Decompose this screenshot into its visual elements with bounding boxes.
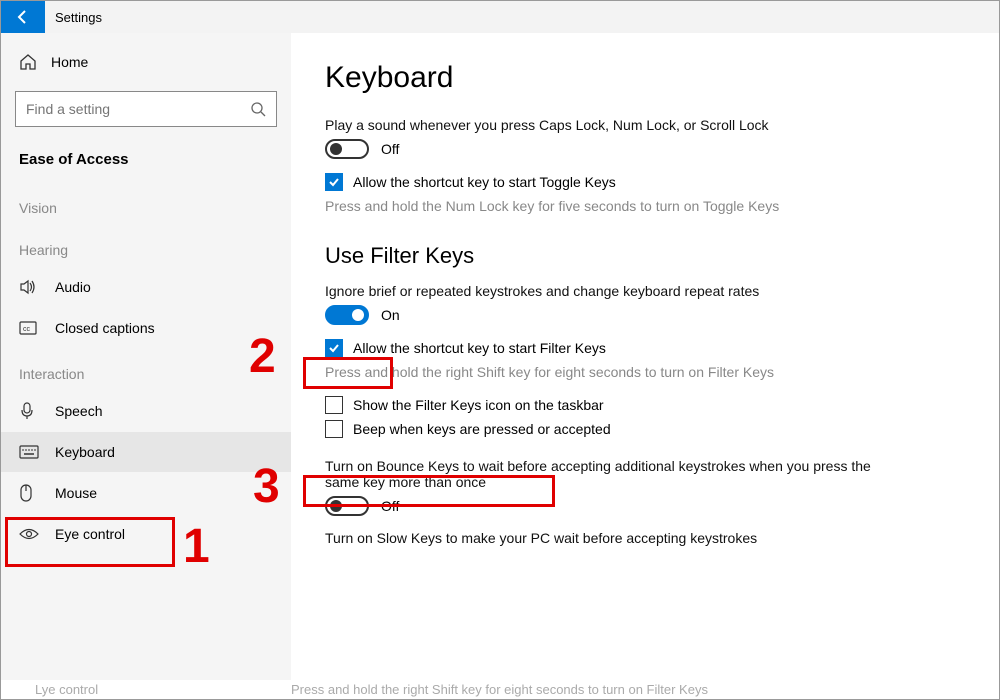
filter-shortcut-checkbox[interactable]: Allow the shortcut key to start Filter K…	[325, 339, 959, 357]
show-icon-checkbox[interactable]: Show the Filter Keys icon on the taskbar	[325, 396, 959, 414]
checkbox-label: Show the Filter Keys icon on the taskbar	[353, 397, 604, 413]
filter-keys-desc: Ignore brief or repeated keystrokes and …	[325, 283, 885, 299]
toggle-keys-hint: Press and hold the Num Lock key for five…	[325, 197, 805, 217]
toggle-keys-shortcut-checkbox[interactable]: Allow the shortcut key to start Toggle K…	[325, 173, 959, 191]
microphone-icon	[19, 402, 39, 420]
sidebar-item-eye-control[interactable]: Eye control	[1, 514, 291, 554]
bounce-keys-state: Off	[381, 498, 399, 514]
sidebar-item-mouse[interactable]: Mouse	[1, 472, 291, 514]
checkbox-label: Beep when keys are pressed or accepted	[353, 421, 611, 437]
back-button[interactable]	[1, 1, 45, 33]
group-hearing: Hearing	[1, 224, 291, 266]
sidebar-item-audio[interactable]: Audio	[1, 266, 291, 308]
sidebar-item-speech[interactable]: Speech	[1, 390, 291, 432]
sidebar-item-keyboard[interactable]: Keyboard	[1, 432, 291, 472]
sidebar-item-label: Closed captions	[55, 320, 155, 336]
home-label: Home	[51, 54, 88, 70]
arrow-left-icon	[15, 9, 31, 25]
truncated-overflow: Lye control Press and hold the right Shi…	[1, 680, 999, 699]
titlebar: Settings	[1, 1, 999, 33]
mouse-icon	[19, 484, 39, 502]
checkbox-checked-icon	[325, 339, 343, 357]
cc-icon: cc	[19, 321, 39, 335]
filter-keys-toggle[interactable]	[325, 305, 369, 325]
sidebar-item-label: Speech	[55, 403, 102, 419]
page-title: Keyboard	[325, 61, 959, 95]
filter-shortcut-hint: Press and hold the right Shift key for e…	[325, 363, 805, 383]
category-title: Ease of Access	[1, 145, 291, 182]
home-nav[interactable]: Home	[1, 43, 291, 81]
eye-icon	[19, 527, 39, 541]
search-input[interactable]	[26, 101, 250, 117]
home-icon	[19, 53, 37, 71]
checkbox-label: Allow the shortcut key to start Toggle K…	[353, 174, 616, 190]
group-interaction: Interaction	[1, 348, 291, 390]
caps-sound-state: Off	[381, 141, 399, 157]
svg-text:cc: cc	[23, 326, 31, 333]
keyboard-icon	[19, 445, 39, 459]
checkbox-checked-icon	[325, 173, 343, 191]
filter-keys-title: Use Filter Keys	[325, 243, 959, 269]
checkbox-unchecked-icon	[325, 420, 343, 438]
sidebar-item-closed-captions[interactable]: cc Closed captions	[1, 308, 291, 348]
sidebar-item-label: Audio	[55, 279, 91, 295]
sidebar-item-label: Eye control	[55, 526, 125, 542]
checkbox-unchecked-icon	[325, 396, 343, 414]
caps-sound-desc: Play a sound whenever you press Caps Loc…	[325, 117, 885, 133]
search-icon	[250, 101, 266, 117]
sidebar-item-label: Keyboard	[55, 444, 115, 460]
search-box[interactable]	[15, 91, 277, 127]
caps-sound-toggle[interactable]	[325, 139, 369, 159]
slow-keys-desc: Turn on Slow Keys to make your PC wait b…	[325, 530, 885, 546]
sidebar-item-label: Mouse	[55, 485, 97, 501]
sidebar: Home Ease of Access Vision Hearing Audio…	[1, 33, 291, 699]
window-title: Settings	[45, 10, 102, 25]
beep-checkbox[interactable]: Beep when keys are pressed or accepted	[325, 420, 959, 438]
filter-keys-state: On	[381, 307, 400, 323]
group-vision: Vision	[1, 182, 291, 224]
speaker-icon	[19, 278, 39, 296]
content-pane: Keyboard Play a sound whenever you press…	[291, 33, 999, 699]
bounce-keys-toggle[interactable]	[325, 496, 369, 516]
checkbox-label: Allow the shortcut key to start Filter K…	[353, 340, 606, 356]
bounce-keys-desc: Turn on Bounce Keys to wait before accep…	[325, 458, 885, 490]
